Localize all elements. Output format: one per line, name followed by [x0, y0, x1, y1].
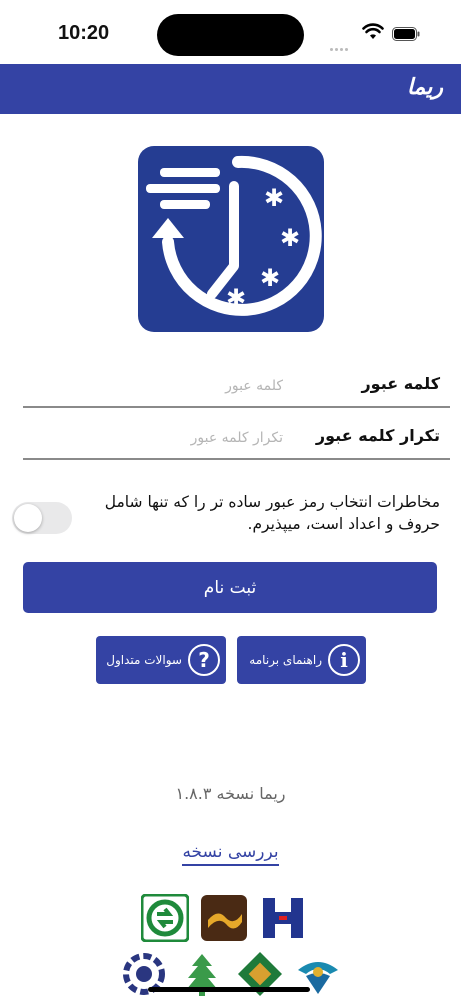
toggle-knob	[14, 504, 42, 532]
svg-text:✱: ✱	[226, 284, 246, 312]
register-button[interactable]: ثبت نام	[23, 562, 437, 613]
signal-dots-icon	[330, 36, 354, 51]
svg-text:✱: ✱	[260, 264, 280, 292]
accept-risk-toggle[interactable]	[12, 502, 72, 534]
bank-logo-green-icon	[141, 894, 189, 942]
header-title: ریما	[406, 75, 443, 100]
home-indicator[interactable]	[148, 987, 310, 992]
app-logo-clock-icon: ✱ ✱ ✱ ✱	[138, 146, 324, 332]
password-label: کلمه عبور	[361, 374, 440, 393]
check-version-link[interactable]: بررسی نسخه	[0, 842, 461, 866]
app-guide-label: راهنمای برنامه	[249, 653, 322, 667]
app-header: ریما	[0, 64, 461, 114]
question-icon: ?	[188, 644, 220, 676]
app-guide-button[interactable]: راهنمای برنامه i	[237, 636, 366, 684]
password-input[interactable]	[23, 370, 283, 402]
bank-logo-blue-icon	[263, 898, 303, 938]
wifi-icon	[362, 23, 384, 39]
dynamic-island	[157, 14, 304, 56]
repeat-password-input[interactable]	[23, 422, 283, 454]
battery-icon	[392, 27, 420, 41]
info-icon: i	[328, 644, 360, 676]
check-version-label: بررسی نسخه	[182, 842, 279, 866]
password-field: کلمه عبور	[23, 370, 450, 408]
svg-text:✱: ✱	[280, 224, 300, 252]
faq-button[interactable]: سوالات متداول ?	[96, 636, 226, 684]
repeat-password-label: تکرار کلمه عبور	[315, 426, 440, 445]
repeat-password-field: تکرار کلمه عبور	[23, 422, 450, 460]
svg-text:✱: ✱	[264, 184, 284, 212]
version-text: ریما نسخه ۱.۸.۳	[175, 784, 286, 803]
simple-password-warning: مخاطرات انتخاب رمز عبور ساده تر را که تن…	[104, 493, 440, 533]
status-time: 10:20	[58, 22, 110, 44]
bank-logo-brown-icon	[201, 895, 247, 941]
faq-label: سوالات متداول	[106, 653, 182, 667]
